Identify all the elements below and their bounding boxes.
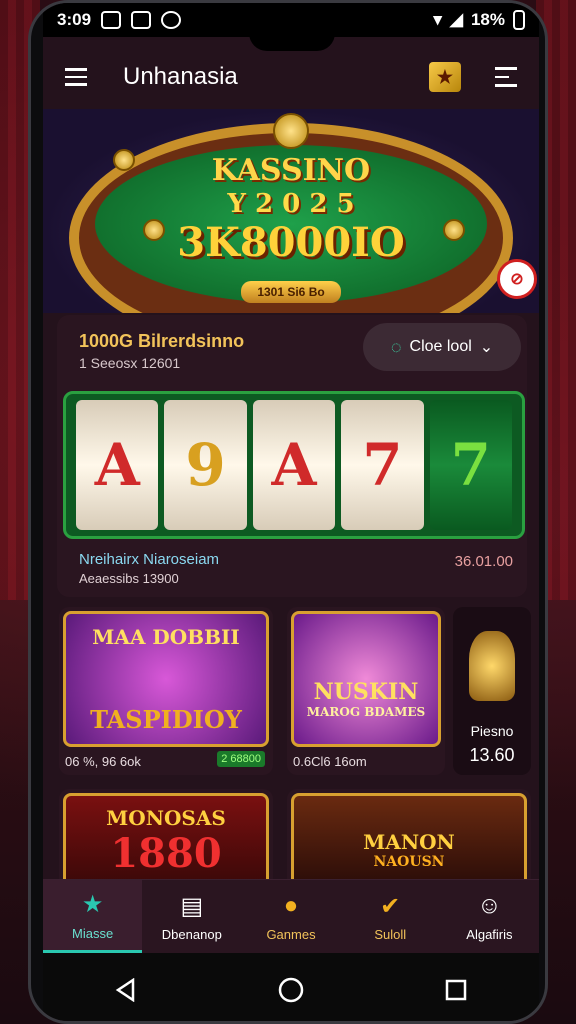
hero-title: KASSINO bbox=[211, 153, 371, 188]
check-badge-icon: ✔ bbox=[380, 892, 401, 920]
status-time: 3:09 bbox=[57, 10, 92, 29]
chevron-down-icon: ⌄ bbox=[479, 339, 494, 356]
menu-icon[interactable] bbox=[65, 68, 87, 86]
notification-icon bbox=[101, 11, 122, 29]
camera-notch bbox=[249, 3, 335, 51]
gallery-icon bbox=[131, 11, 152, 29]
game-art-title: MONOSAS bbox=[106, 805, 226, 830]
game-art: MAA DOBBII TASPIDIOY bbox=[63, 611, 269, 747]
recents-icon[interactable] bbox=[441, 975, 471, 1005]
jackpot-footer-sub: Aeaessibs 13900 bbox=[79, 571, 179, 586]
trophy-icon[interactable]: ★ bbox=[429, 62, 461, 92]
hero-amount: 3K8000IO bbox=[177, 219, 405, 266]
jackpot-title: 1000G Bilrerdsinno bbox=[79, 331, 245, 351]
app-title: Unhanasia bbox=[123, 63, 238, 90]
nav-item-account[interactable]: ☺ Algafiris bbox=[440, 880, 539, 953]
nav-item-documents[interactable]: ▤ Dbenanop bbox=[142, 880, 241, 953]
jackpot-filter-button[interactable]: ◌ Cloe lool ⌄ bbox=[363, 323, 521, 371]
reel: 9 bbox=[164, 400, 247, 530]
reel: A bbox=[252, 400, 336, 530]
home-icon[interactable] bbox=[276, 975, 306, 1005]
jackpot-subtitle: 1 Seeosx 12601 bbox=[79, 355, 181, 371]
nav-label: Algafiris bbox=[466, 927, 513, 942]
nav-item-home[interactable]: ★ Miasse bbox=[43, 880, 143, 953]
game-art-subtitle: MAROG BDAMES bbox=[306, 705, 426, 719]
bottom-nav: ★ Miasse ▤ Dbenanop ● Ganmes ✔ Suloll ☺ … bbox=[43, 879, 539, 953]
nav-label: Ganmes bbox=[266, 927, 316, 942]
wifi-icon: ▾ bbox=[433, 10, 442, 29]
game-meta: 0.6Cl6 16om bbox=[293, 754, 367, 769]
game-tile[interactable]: MONOSAS 1880 bbox=[59, 789, 273, 889]
reel: 7 bbox=[341, 400, 424, 530]
nav-label: Miasse bbox=[72, 925, 114, 941]
signal-icon: ◢ bbox=[449, 10, 463, 29]
jackpot-footer-label: Nreihairx Niaroseiam bbox=[79, 551, 220, 568]
star-icon: ★ bbox=[81, 891, 104, 918]
microphone-icon bbox=[469, 631, 515, 701]
game-tile[interactable]: MANON NAOUSN bbox=[287, 789, 531, 889]
jackpot-card: 1000G Bilrerdsinno 1 Seeosx 12601 ◌ Cloe… bbox=[57, 315, 527, 597]
battery-icon bbox=[513, 10, 525, 30]
phone-frame: 3:09 ▾ ◢ 18% Unhanasia ★ KASSINO Y 2 0 2… bbox=[28, 0, 548, 1024]
person-icon: ☺ bbox=[477, 892, 502, 919]
reel: A bbox=[76, 400, 159, 530]
record-icon bbox=[161, 11, 182, 29]
slot-reels[interactable]: A 9 A 7 7 bbox=[63, 391, 525, 539]
jackpot-footer-value: 36.01.00 bbox=[454, 553, 513, 570]
game-art-title: NUSKIN bbox=[313, 679, 419, 705]
document-icon: ▤ bbox=[180, 892, 204, 920]
nav-item-promotions[interactable]: ✔ Suloll bbox=[341, 880, 440, 953]
battery-level: 18% bbox=[470, 10, 505, 29]
chip-icon bbox=[273, 113, 309, 149]
phone-screen: 3:09 ▾ ◢ 18% Unhanasia ★ KASSINO Y 2 0 2… bbox=[43, 3, 539, 1021]
no-entry-badge-icon[interactable]: ⊘ bbox=[497, 259, 537, 299]
system-navigation-bar bbox=[43, 953, 539, 1021]
game-art-subtitle: TASPIDIOY bbox=[90, 704, 242, 734]
game-value: 13.60 bbox=[469, 745, 515, 765]
back-icon[interactable] bbox=[111, 975, 141, 1005]
game-art: NUSKIN MAROG BDAMES bbox=[291, 611, 441, 747]
hero-banner[interactable]: KASSINO Y 2 0 2 5 3K8000IO 1301 Si6 Bo ⊘ bbox=[43, 109, 539, 313]
filter-label: Cloe lool bbox=[409, 338, 472, 355]
game-art-title: MANON bbox=[363, 830, 455, 854]
game-art: MONOSAS 1880 bbox=[63, 793, 269, 889]
game-tile[interactable]: NUSKIN MAROG BDAMES 0.6Cl6 16om bbox=[287, 607, 445, 775]
reel: 7 bbox=[429, 400, 513, 530]
game-meta: 06 %, 96 6ok bbox=[65, 754, 141, 769]
nav-label: Suloll bbox=[374, 927, 407, 942]
game-art-title: MAA DOBBII bbox=[92, 624, 240, 649]
game-tile[interactable]: Piesno 13.60 bbox=[453, 607, 531, 775]
game-art-subtitle: NAOUSN bbox=[373, 854, 445, 870]
hero-play-button[interactable]: 1301 Si6 Bo bbox=[241, 281, 341, 303]
app-bar: Unhanasia ★ bbox=[43, 49, 539, 105]
chat-bubble-icon: ● bbox=[283, 892, 299, 919]
game-art-subtitle: 1880 bbox=[110, 829, 222, 877]
game-art: MANON NAOUSN bbox=[291, 793, 527, 889]
game-badge: 2 68800 bbox=[217, 751, 265, 767]
refresh-icon: ◌ bbox=[390, 336, 402, 357]
options-icon[interactable] bbox=[495, 67, 517, 87]
game-meta: Piesno bbox=[470, 723, 514, 739]
nav-item-games[interactable]: ● Ganmes bbox=[241, 880, 340, 953]
hero-subtitle: Y 2 0 2 5 bbox=[227, 189, 355, 219]
nav-label: Dbenanop bbox=[161, 927, 222, 942]
game-tile[interactable]: MAA DOBBII TASPIDIOY 06 %, 96 6ok 2 6880… bbox=[59, 607, 273, 775]
